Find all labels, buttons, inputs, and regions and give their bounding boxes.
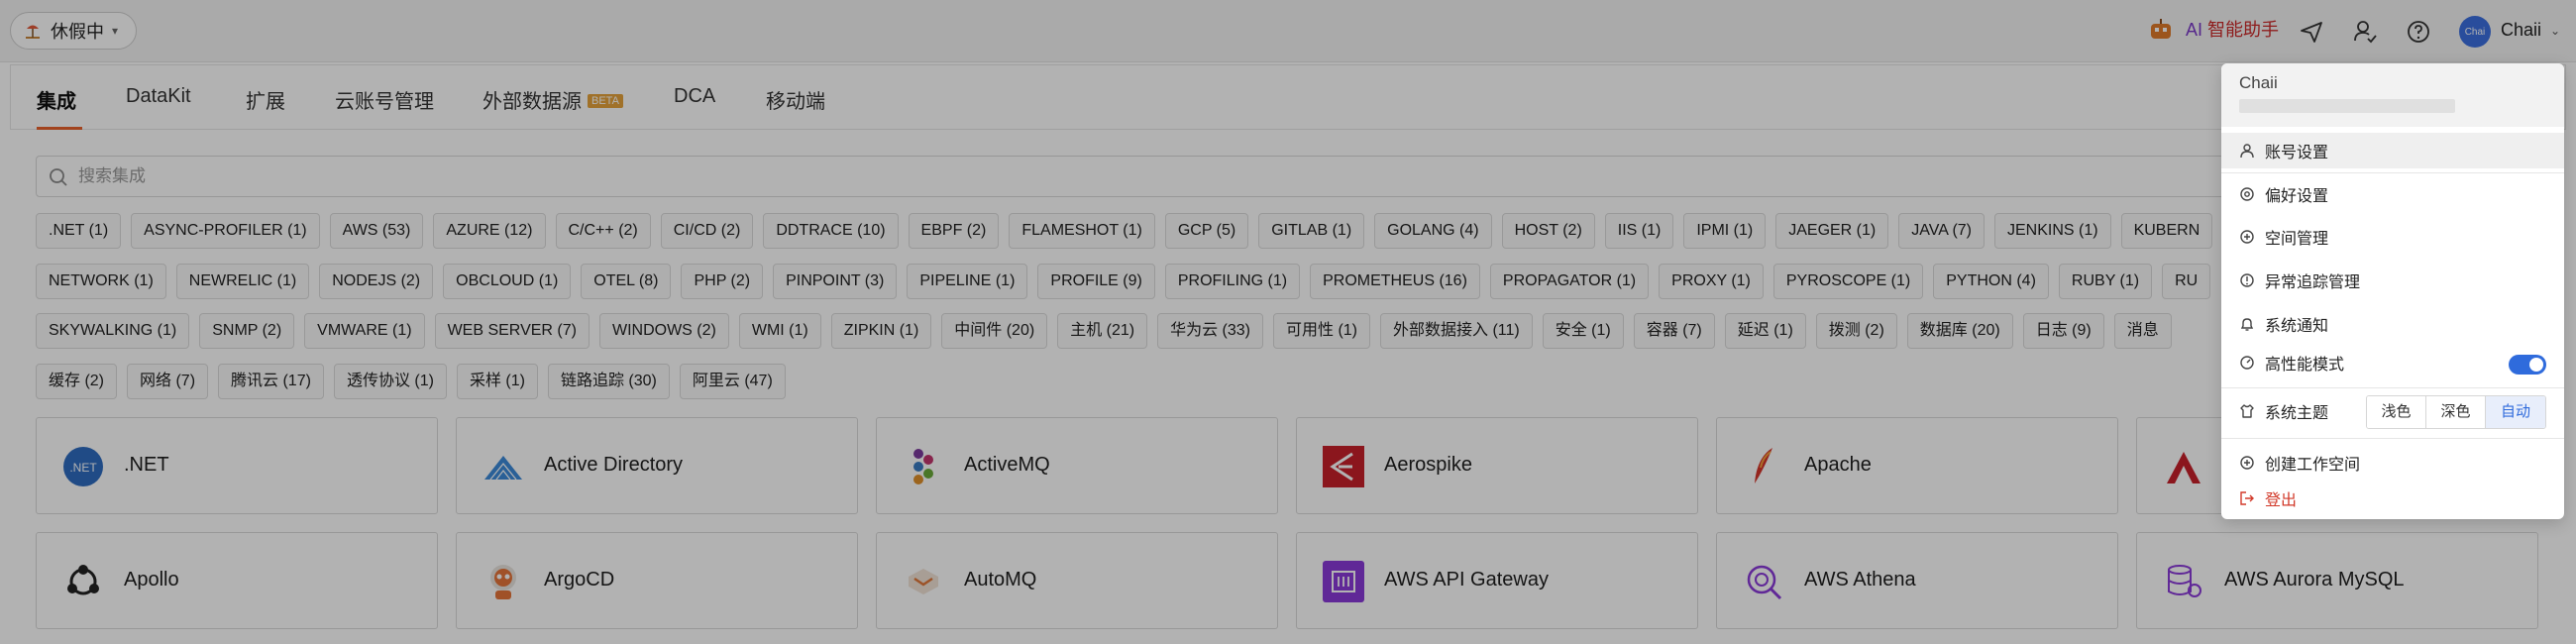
theme-auto-option[interactable]: 自动 xyxy=(2486,396,2545,428)
bell-icon xyxy=(2240,318,2254,331)
menu-item-notifications[interactable]: 系统通知 xyxy=(2221,306,2564,342)
menu-item-high-performance[interactable]: 高性能模式 xyxy=(2221,345,2564,380)
high-performance-toggle[interactable] xyxy=(2509,355,2546,375)
menu-label: 偏好设置 xyxy=(2265,188,2329,205)
menu-label: 创建工作空间 xyxy=(2265,457,2361,474)
logout-icon xyxy=(2240,491,2254,505)
user-dropdown-menu: Chaii 账号设置 偏好设置 空间管理 异常追踪管理 系统通知 高性能模式 系… xyxy=(2221,63,2564,519)
alert-circle-icon xyxy=(2240,273,2254,287)
space-icon xyxy=(2240,230,2254,244)
theme-light-option[interactable]: 浅色 xyxy=(2367,396,2426,428)
menu-label: 高性能模式 xyxy=(2265,357,2345,374)
menu-label: 异常追踪管理 xyxy=(2265,274,2361,291)
menu-label: 系统通知 xyxy=(2265,318,2329,335)
menu-label: 空间管理 xyxy=(2265,231,2329,248)
theme-segmented-control: 浅色 深色 自动 xyxy=(2366,395,2546,429)
modal-backdrop[interactable] xyxy=(0,0,2576,644)
menu-label: 系统主题 xyxy=(2265,405,2329,422)
theme-dark-option[interactable]: 深色 xyxy=(2426,396,2486,428)
divider xyxy=(2221,172,2564,173)
menu-item-preferences[interactable]: 偏好设置 xyxy=(2221,176,2564,212)
gauge-icon xyxy=(2240,356,2254,370)
menu-item-account-settings[interactable]: 账号设置 xyxy=(2221,133,2564,168)
menu-item-logout[interactable]: 登出 xyxy=(2221,481,2564,516)
menu-label: 登出 xyxy=(2265,492,2298,509)
menu-item-system-theme: 系统主题 浅色 深色 自动 xyxy=(2221,393,2564,429)
user-menu-header: Chaii xyxy=(2221,63,2564,127)
menu-item-create-workspace[interactable]: 创建工作空间 xyxy=(2221,445,2564,481)
divider xyxy=(2221,387,2564,388)
menu-label: 账号设置 xyxy=(2265,145,2329,161)
user-email-redacted xyxy=(2239,99,2455,113)
plus-circle-icon xyxy=(2240,456,2254,470)
divider xyxy=(2221,438,2564,439)
user-menu-name: Chaii xyxy=(2239,73,2278,92)
menu-item-incident-management[interactable]: 异常追踪管理 xyxy=(2221,263,2564,298)
shirt-icon xyxy=(2240,404,2254,418)
menu-item-space-management[interactable]: 空间管理 xyxy=(2221,219,2564,255)
user-icon xyxy=(2240,144,2254,159)
settings-icon xyxy=(2240,187,2254,201)
